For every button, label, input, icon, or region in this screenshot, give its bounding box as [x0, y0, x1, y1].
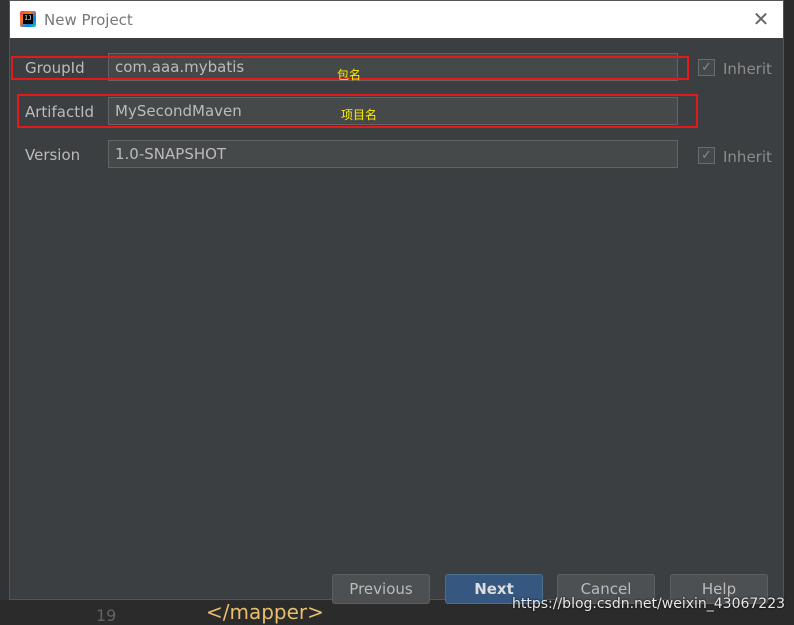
dialog-title: New Project [44, 11, 133, 29]
version-inherit-label: Inherit [723, 148, 772, 166]
intellij-app-icon: IJ [20, 11, 36, 27]
new-project-dialog: IJ New Project ✕ GroupId com.aaa.mybatis… [9, 0, 784, 604]
editor-line-number: 19 [96, 606, 117, 625]
version-input[interactable]: 1.0-SNAPSHOT [108, 140, 678, 168]
ide-background-right [784, 0, 794, 625]
version-inherit-checkbox[interactable]: ✓ [698, 147, 715, 164]
ide-background-left [0, 0, 9, 625]
previous-button[interactable]: Previous [332, 574, 430, 604]
group-id-inherit-checkbox[interactable]: ✓ [698, 59, 715, 76]
editor-code-tag: </mapper> [206, 600, 324, 624]
group-id-inherit-label: Inherit [723, 60, 772, 78]
close-icon[interactable]: ✕ [751, 9, 771, 29]
group-id-annotation: 包名 [337, 68, 362, 82]
csdn-watermark: https://blog.csdn.net/weixin_43067223 [512, 596, 786, 612]
version-label: Version [25, 146, 81, 164]
artifact-id-annotation: 项目名 [341, 108, 378, 122]
dialog-titlebar: IJ New Project ✕ [10, 1, 783, 38]
